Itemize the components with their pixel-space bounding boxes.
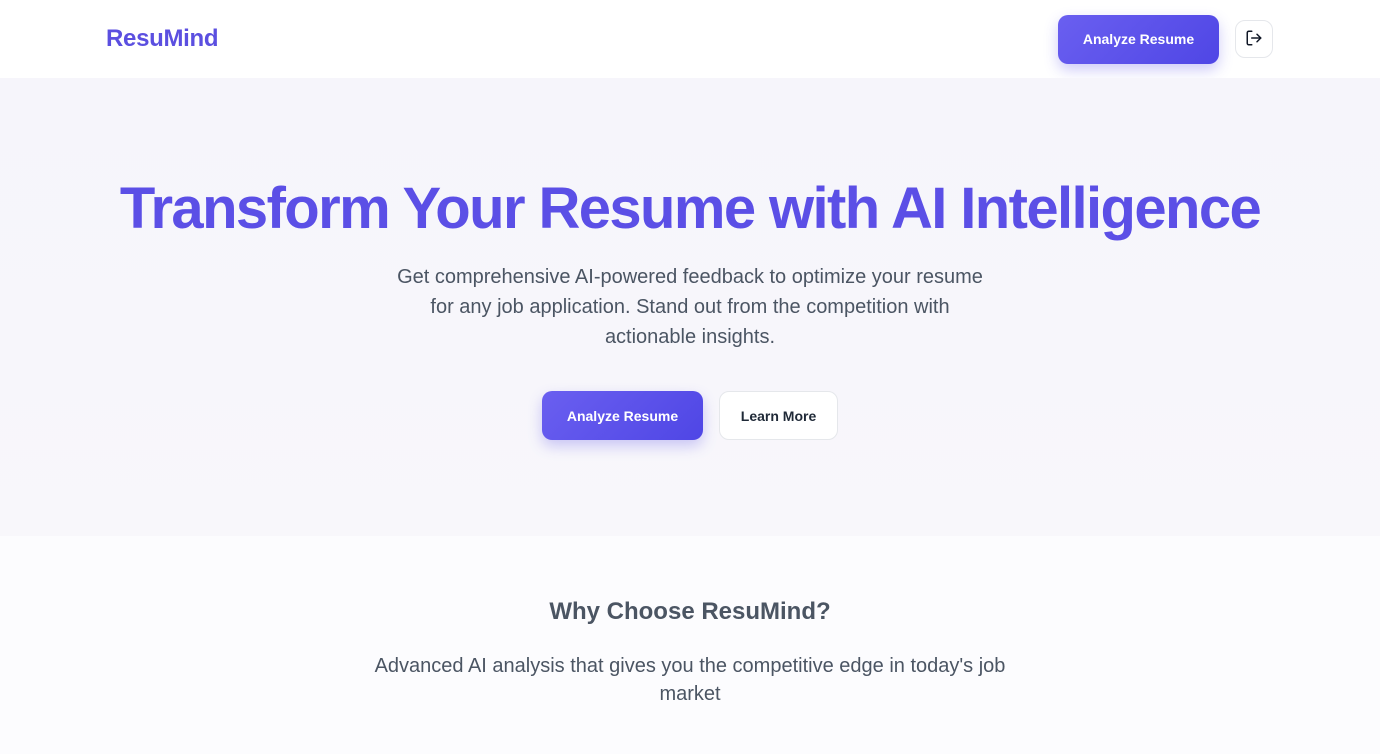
hero-analyze-resume-button[interactable]: Analyze Resume <box>542 391 703 440</box>
learn-more-button[interactable]: Learn More <box>719 391 838 440</box>
hero-title: Transform Your Resume with AI Intelligen… <box>119 176 1262 241</box>
features-section: Why Choose ResuMind? Advanced AI analysi… <box>0 536 1380 754</box>
logout-button[interactable] <box>1235 20 1273 58</box>
hero-section: Transform Your Resume with AI Intelligen… <box>0 78 1380 536</box>
logout-icon <box>1245 29 1263 50</box>
hero-actions: Analyze Resume Learn More <box>0 391 1380 440</box>
hero-subtitle: Get comprehensive AI-powered feedback to… <box>397 266 983 348</box>
navbar-actions: Analyze Resume <box>1058 14 1273 64</box>
brand-logo[interactable]: ResuMind <box>106 25 219 53</box>
top-navbar: ResuMind Analyze Resume <box>0 0 1380 78</box>
features-title: Why Choose ResuMind? <box>549 598 831 625</box>
nav-analyze-resume-button[interactable]: Analyze Resume <box>1058 14 1219 64</box>
features-subtitle: Advanced AI analysis that gives you the … <box>374 655 1006 705</box>
